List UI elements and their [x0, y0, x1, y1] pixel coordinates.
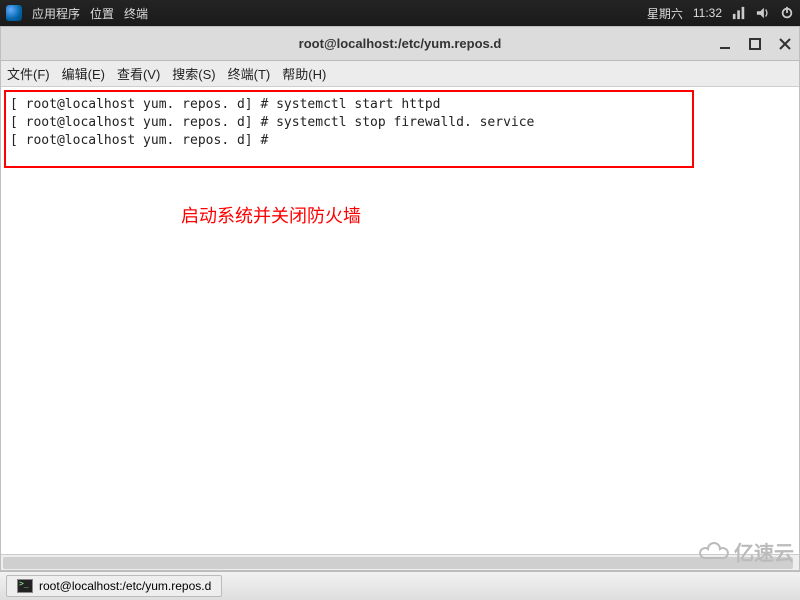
close-button[interactable]: [777, 36, 793, 52]
distro-icon: [6, 5, 22, 21]
minimize-button[interactable]: [717, 36, 733, 52]
network-icon[interactable]: [732, 6, 746, 20]
window-title: root@localhost:/etc/yum.repos.d: [299, 36, 502, 51]
terminal-line-1: [ root@localhost yum. repos. d] # system…: [10, 96, 688, 114]
menu-view[interactable]: 查看(V): [117, 64, 160, 83]
menu-file[interactable]: 文件(F): [7, 64, 50, 83]
horizontal-scrollbar[interactable]: [1, 554, 799, 570]
watermark: 亿速云: [698, 537, 794, 566]
scrollbar-thumb[interactable]: [3, 557, 793, 569]
terminal-window: root@localhost:/etc/yum.repos.d 文件(F) 编辑…: [0, 26, 800, 571]
menu-terminal[interactable]: 终端: [124, 5, 148, 22]
menu-places[interactable]: 位置: [90, 5, 114, 22]
menu-applications[interactable]: 应用程序: [32, 5, 80, 22]
power-icon[interactable]: [780, 6, 794, 20]
highlight-box: [ root@localhost yum. repos. d] # system…: [4, 90, 694, 168]
taskbar-item-terminal[interactable]: root@localhost:/etc/yum.repos.d: [6, 575, 222, 597]
top-panel: 应用程序 位置 终端 星期六 11:32: [0, 0, 800, 26]
taskbar-item-label: root@localhost:/etc/yum.repos.d: [39, 579, 211, 593]
taskbar: root@localhost:/etc/yum.repos.d: [0, 571, 800, 600]
maximize-button[interactable]: [747, 36, 763, 52]
window-titlebar[interactable]: root@localhost:/etc/yum.repos.d: [1, 27, 799, 61]
panel-day: 星期六: [647, 5, 683, 22]
menu-search[interactable]: 搜索(S): [172, 64, 215, 83]
cloud-icon: [698, 542, 732, 562]
menu-help[interactable]: 帮助(H): [282, 64, 326, 83]
watermark-text: 亿速云: [734, 537, 794, 566]
terminal-body[interactable]: [ root@localhost yum. repos. d] # system…: [1, 87, 799, 570]
panel-right: 星期六 11:32: [647, 5, 794, 22]
annotation-text: 启动系统并关闭防火墙: [181, 202, 361, 228]
terminal-line-3: [ root@localhost yum. repos. d] #: [10, 132, 688, 150]
panel-left: 应用程序 位置 终端: [6, 5, 148, 22]
terminal-icon: [17, 579, 33, 593]
window-controls: [717, 27, 793, 60]
menu-terminal-tab[interactable]: 终端(T): [228, 64, 271, 83]
menubar: 文件(F) 编辑(E) 查看(V) 搜索(S) 终端(T) 帮助(H): [1, 61, 799, 87]
volume-icon[interactable]: [756, 6, 770, 20]
panel-time: 11:32: [693, 6, 722, 20]
menu-edit[interactable]: 编辑(E): [62, 64, 105, 83]
terminal-line-2: [ root@localhost yum. repos. d] # system…: [10, 114, 688, 132]
